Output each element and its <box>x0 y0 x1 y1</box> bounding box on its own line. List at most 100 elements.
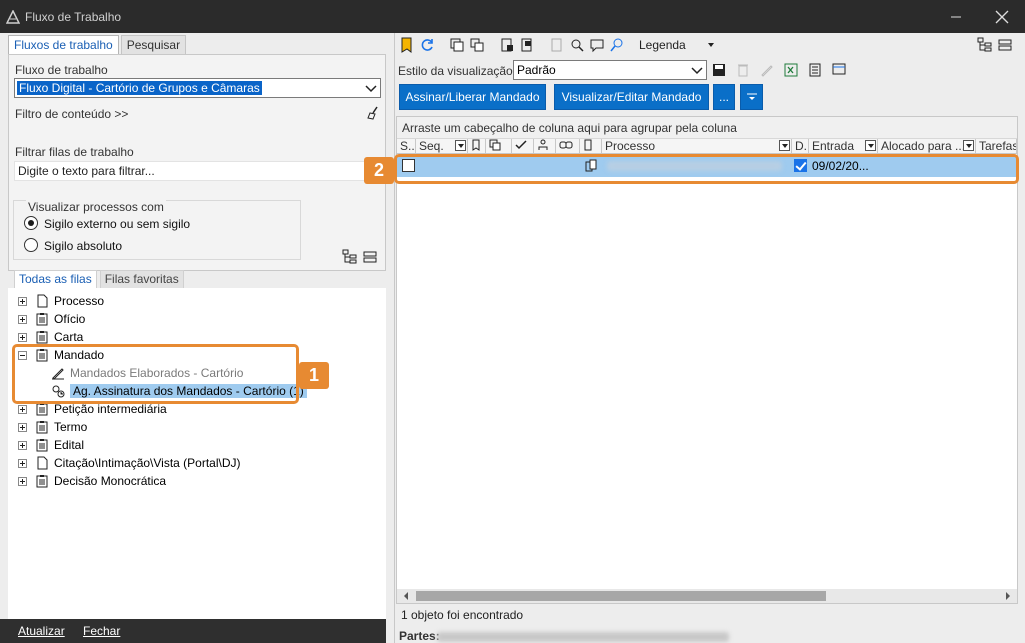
column-header-d[interactable]: D. <box>792 139 809 154</box>
partes-label: Partes: <box>399 629 440 643</box>
expand-icon[interactable] <box>18 440 27 450</box>
column-filter-button[interactable] <box>865 140 876 151</box>
column-filter-button[interactable] <box>963 140 974 151</box>
refresh-icon[interactable] <box>419 37 435 53</box>
tree-node-processo[interactable]: Processo <box>18 292 104 310</box>
scroll-left-icon[interactable] <box>401 591 411 601</box>
tree-node-decisao[interactable]: Decisão Monocrática <box>18 472 166 490</box>
fechar-button[interactable]: Fechar <box>83 624 120 638</box>
annotation-box-2 <box>394 154 1019 184</box>
expand-icon[interactable] <box>18 476 27 486</box>
expand-icon[interactable] <box>18 314 27 324</box>
collapse-tree-icon[interactable] <box>997 37 1013 53</box>
tree-node-termo[interactable]: Termo <box>18 418 87 436</box>
print-icon[interactable] <box>519 37 535 53</box>
chevron-down-icon <box>365 85 377 93</box>
filtrar-input[interactable]: Digite o texto para filtrar... <box>14 161 381 181</box>
column-header-attach[interactable] <box>580 139 602 154</box>
atualizar-button[interactable]: Atualizar <box>18 624 65 638</box>
column-header-people[interactable] <box>534 139 556 154</box>
dropdown-actions-button[interactable] <box>740 84 763 110</box>
broom-icon[interactable] <box>365 105 381 121</box>
tab-todas-filas[interactable]: Todas as filas <box>14 270 97 288</box>
radio-sigilo-externo[interactable] <box>24 216 38 230</box>
column-filter-button[interactable] <box>455 140 466 151</box>
bookmark-icon[interactable] <box>399 37 415 53</box>
lock-document-icon[interactable] <box>499 37 515 53</box>
windows-icon[interactable] <box>469 37 485 53</box>
column-header-alocado[interactable]: Alocado para ... <box>878 139 976 154</box>
tab-pesquisar[interactable]: Pesquisar <box>120 35 187 54</box>
search-document-icon[interactable] <box>569 37 585 53</box>
column-header-bookmark[interactable] <box>468 139 486 154</box>
column-filter-button[interactable] <box>779 140 790 151</box>
column-header-entrada[interactable]: Entrada <box>809 139 878 154</box>
column-header-check[interactable] <box>512 139 534 154</box>
column-header-copy[interactable] <box>486 139 512 154</box>
assinar-liberar-button[interactable]: Assinar/Liberar Mandado <box>399 84 546 110</box>
search-person-icon[interactable] <box>609 37 625 53</box>
clipboard-icon <box>36 331 48 344</box>
column-header-processo[interactable]: Processo <box>602 139 792 154</box>
fluxo-panel: Fluxo de trabalho Fluxo Digital - Cartór… <box>8 54 386 271</box>
filas-tree: Processo Ofício Carta Mandado Mandados E… <box>8 288 386 620</box>
visualizar-editar-button[interactable]: Visualizar/Editar Mandado <box>554 84 709 110</box>
expand-icon[interactable] <box>18 404 27 414</box>
estilo-select[interactable]: Padrão <box>513 60 707 80</box>
tree-node-edital[interactable]: Edital <box>18 436 84 454</box>
radio-sigilo-absoluto-label: Sigilo absoluto <box>44 239 123 253</box>
filtro-conteudo-toggle[interactable]: Filtro de conteúdo >> <box>15 107 128 121</box>
column-header-seq[interactable]: Seq. <box>416 139 468 154</box>
column-label: Processo <box>605 139 656 153</box>
caret-down-icon <box>746 93 757 100</box>
estilo-actions <box>711 62 847 78</box>
estilo-label: Estilo da visualização <box>398 64 513 78</box>
fluxo-select[interactable]: Fluxo Digital - Cartório de Grupos e Câm… <box>14 78 381 98</box>
fluxo-select-value: Fluxo Digital - Cartório de Grupos e Câm… <box>17 81 262 95</box>
report-icon[interactable] <box>807 62 823 78</box>
horizontal-scrollbar[interactable] <box>397 589 1017 603</box>
fluxo-label: Fluxo de trabalho <box>15 63 108 77</box>
clipboard-icon <box>36 313 48 326</box>
tree-node-oficio[interactable]: Ofício <box>18 310 85 328</box>
right-pane: Legenda Estilo da visualização Padrão As… <box>395 33 1025 643</box>
column-label: Seq. <box>419 139 444 153</box>
excel-icon[interactable] <box>783 62 799 78</box>
tab-filas-favoritas[interactable]: Filas favoritas <box>99 270 184 288</box>
estilo-select-value: Padrão <box>517 63 556 77</box>
tree-node-label: Citação\Intimação\Vista (Portal\DJ) <box>54 456 241 470</box>
column-header-s[interactable]: S... <box>397 139 416 154</box>
tab-fluxos[interactable]: Fluxos de trabalho <box>8 35 119 55</box>
document-icon <box>37 456 48 470</box>
clipboard-icon <box>36 475 48 488</box>
tree-node-label: Petição intermediária <box>54 402 167 416</box>
scrollbar-thumb[interactable] <box>416 591 826 601</box>
caret-down-icon[interactable] <box>706 40 716 50</box>
document-lock-disabled-icon <box>551 38 562 52</box>
expand-icon[interactable] <box>18 296 27 306</box>
save-icon[interactable] <box>711 62 727 78</box>
document-icon <box>37 294 48 308</box>
left-pane: Fluxos de trabalho Pesquisar Fluxo de tr… <box>0 33 395 643</box>
status-count: 1 objeto foi encontrado <box>401 608 524 622</box>
column-header-tarefa[interactable]: Tarefas <box>976 139 1017 154</box>
collapse-tree-icon[interactable] <box>362 249 378 265</box>
close-button[interactable] <box>979 0 1025 33</box>
copy-icon[interactable] <box>449 37 465 53</box>
legenda-dropdown[interactable]: Legenda <box>639 38 686 52</box>
copy-icon <box>489 139 501 151</box>
tree-node-citacao[interactable]: Citação\Intimação\Vista (Portal\DJ) <box>18 454 241 472</box>
column-header-link[interactable] <box>556 139 580 154</box>
window-title: Fluxo de Trabalho <box>25 9 122 24</box>
expand-tree-icon[interactable] <box>342 249 358 265</box>
scroll-right-icon[interactable] <box>1003 591 1013 601</box>
minimize-button[interactable] <box>933 0 979 33</box>
window-export-icon[interactable] <box>831 62 847 78</box>
more-actions-button[interactable]: ... <box>713 84 735 110</box>
comment-icon[interactable] <box>589 37 605 53</box>
expand-tree-icon[interactable] <box>977 37 993 53</box>
expand-icon[interactable] <box>18 458 27 468</box>
expand-icon[interactable] <box>18 422 27 432</box>
expand-icon[interactable] <box>18 332 27 342</box>
radio-sigilo-absoluto[interactable] <box>24 238 38 252</box>
